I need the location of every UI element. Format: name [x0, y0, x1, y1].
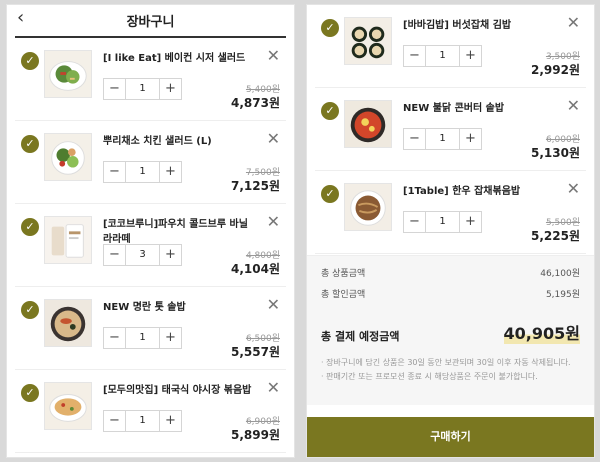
quantity-value: 1	[139, 332, 146, 343]
product-image-chicken-salad	[44, 133, 92, 181]
product-name: NEW 명란 톳 솥밥	[103, 302, 186, 313]
cart-notes: · 장바구니에 담긴 상품은 30일 동안 보관되며 30일 이후 자동 삭제됩…	[321, 356, 580, 384]
quantity-value: 1	[439, 50, 446, 61]
quantity-stepper: − 1 +	[103, 410, 182, 432]
checkbox-checked-icon[interactable]: ✓	[321, 102, 339, 120]
close-icon[interactable]: ✕	[267, 48, 280, 64]
product-name: [I like Eat] 베이컨 시저 샐러드	[103, 53, 246, 64]
product-image-buldak-rice	[344, 100, 392, 148]
summary-row-product-total: 총 상품금액 46,100원	[321, 266, 580, 279]
minus-button[interactable]: −	[104, 245, 126, 265]
product-total-value: 46,100원	[540, 269, 580, 279]
discount-value: 5,195원	[545, 290, 580, 300]
plus-button[interactable]: +	[459, 46, 481, 66]
summary-row-payment: 총 결제 예정금액 40,905원	[321, 320, 580, 344]
sale-price: 5,130원	[531, 146, 580, 160]
quantity-stepper: − 1 +	[103, 78, 182, 100]
product-image-kimbap	[344, 17, 392, 65]
note-line: · 판매기간 또는 프로모션 종료 시 해당상품은 주문이 불가합니다.	[321, 372, 538, 381]
minus-button[interactable]: −	[404, 212, 426, 232]
checkbox-checked-icon[interactable]: ✓	[321, 19, 339, 37]
minus-button[interactable]: −	[104, 411, 126, 431]
product-name: [바바김밥] 버섯잡채 김밥	[403, 20, 512, 31]
quantity-value: 1	[439, 133, 446, 144]
product-name: NEW 불닭 콘버터 솥밥	[403, 103, 505, 114]
product-image-fried-rice	[44, 382, 92, 430]
cart-item: ✓ [1Table] 한우 잡채볶음밥 ✕ − 1 + 5,500원 5,225…	[315, 171, 586, 254]
quantity-stepper: − 1 +	[403, 45, 482, 67]
discount-label: 총 할인금액	[321, 290, 366, 300]
checkbox-checked-icon[interactable]: ✓	[21, 135, 39, 153]
cart-item: ✓ 뿌리채소 치킨 샐러드 (L) ✕ − 1 + 7,500원 7,125원	[15, 121, 286, 204]
product-image-japchae-rice	[344, 183, 392, 231]
plus-button[interactable]: +	[459, 212, 481, 232]
quantity-stepper: − 3 +	[103, 244, 182, 266]
payment-label: 총 결제 예정금액	[321, 330, 400, 343]
sale-price: 2,992원	[531, 63, 580, 77]
cart-item: ✓ [바바김밥] 버섯잡채 김밥 ✕ − 1 + 3,500원 2,992원	[315, 5, 586, 88]
close-icon[interactable]: ✕	[267, 380, 280, 396]
product-image-coffee-pouch	[44, 216, 92, 264]
checkbox-checked-icon[interactable]: ✓	[21, 384, 39, 402]
close-icon[interactable]: ✕	[267, 131, 280, 147]
quantity-value: 1	[139, 415, 146, 426]
product-name: [모두의맛집] 태국식 야시장 볶음밥	[103, 385, 252, 396]
buy-button[interactable]: 구매하기	[307, 417, 594, 457]
plus-button[interactable]: +	[159, 245, 181, 265]
note-line: · 장바구니에 담긴 상품은 30일 동안 보관되며 30일 이후 자동 삭제됩…	[321, 358, 571, 367]
payment-value: 40,905원	[503, 320, 580, 344]
summary-row-discount: 총 할인금액 5,195원	[321, 287, 580, 300]
quantity-value: 1	[139, 166, 146, 177]
product-total-label: 총 상품금액	[321, 269, 366, 279]
product-name: [코코브루니]파우치 콜드브루 바닐라라떼	[103, 219, 248, 245]
plus-button[interactable]: +	[159, 328, 181, 348]
quantity-value: 1	[439, 216, 446, 227]
sale-price: 7,125원	[231, 179, 280, 193]
product-image-pot-rice	[44, 299, 92, 347]
quantity-value: 1	[139, 83, 146, 94]
cart-item: ✓ [I like Eat] 베이컨 시저 샐러드 ✕ − 1 + 5,400원…	[15, 38, 286, 121]
plus-button[interactable]: +	[459, 129, 481, 149]
order-summary: 총 상품금액 46,100원 총 할인금액 5,195원 총 결제 예정금액 4…	[307, 255, 594, 405]
minus-button[interactable]: −	[104, 328, 126, 348]
cart-panel-left: ‹ 장바구니 ✓ [I like Eat] 베이컨 시저 샐러드 ✕ − 1 +…	[6, 4, 295, 458]
sale-price: 5,225원	[531, 229, 580, 243]
product-name: [1Table] 한우 잡채볶음밥	[403, 186, 521, 197]
sale-price: 4,104원	[231, 262, 280, 276]
cart-panel-right: ✓ [바바김밥] 버섯잡채 김밥 ✕ − 1 + 3,500원 2,992원 ✓…	[306, 4, 595, 458]
close-icon[interactable]: ✕	[567, 15, 580, 31]
checkbox-checked-icon[interactable]: ✓	[21, 218, 39, 236]
quantity-stepper: − 1 +	[403, 211, 482, 233]
cart-item: ✓ NEW 불닭 콘버터 솥밥 ✕ − 1 + 6,000원 5,130원	[315, 88, 586, 171]
sale-price: 5,899원	[231, 428, 280, 442]
close-icon[interactable]: ✕	[567, 181, 580, 197]
product-name: 뿌리채소 치킨 샐러드 (L)	[103, 136, 212, 147]
minus-button[interactable]: −	[104, 79, 126, 99]
checkbox-checked-icon[interactable]: ✓	[21, 52, 39, 70]
plus-button[interactable]: +	[159, 79, 181, 99]
sale-price: 5,557원	[231, 345, 280, 359]
checkbox-checked-icon[interactable]: ✓	[21, 301, 39, 319]
cart-header: ‹ 장바구니	[15, 5, 286, 38]
cart-item: ✓ [코코브루니]파우치 콜드브루 바닐라라떼 ✕ − 3 + 4,800원 4…	[15, 204, 286, 287]
close-icon[interactable]: ✕	[267, 297, 280, 313]
minus-button[interactable]: −	[104, 162, 126, 182]
minus-button[interactable]: −	[404, 129, 426, 149]
close-icon[interactable]: ✕	[567, 98, 580, 114]
cart-item-list: ✓ [바바김밥] 버섯잡채 김밥 ✕ − 1 + 3,500원 2,992원 ✓…	[307, 5, 594, 255]
product-image-salad	[44, 50, 92, 98]
page-title: 장바구니	[126, 15, 175, 30]
quantity-stepper: − 1 +	[103, 161, 182, 183]
checkbox-checked-icon[interactable]: ✓	[321, 185, 339, 203]
cart-item: ✓ [모두의맛집] 태국식 야시장 볶음밥 ✕ − 1 + 6,900원 5,8…	[15, 370, 286, 453]
plus-button[interactable]: +	[159, 411, 181, 431]
cart-item: ✓ NEW 명란 톳 솥밥 ✕ − 1 + 6,500원 5,557원	[15, 287, 286, 370]
quantity-stepper: − 1 +	[103, 327, 182, 349]
minus-button[interactable]: −	[404, 46, 426, 66]
sale-price: 4,873원	[231, 96, 280, 110]
plus-button[interactable]: +	[159, 162, 181, 182]
close-icon[interactable]: ✕	[267, 214, 280, 230]
quantity-stepper: − 1 +	[403, 128, 482, 150]
quantity-value: 3	[139, 249, 146, 260]
